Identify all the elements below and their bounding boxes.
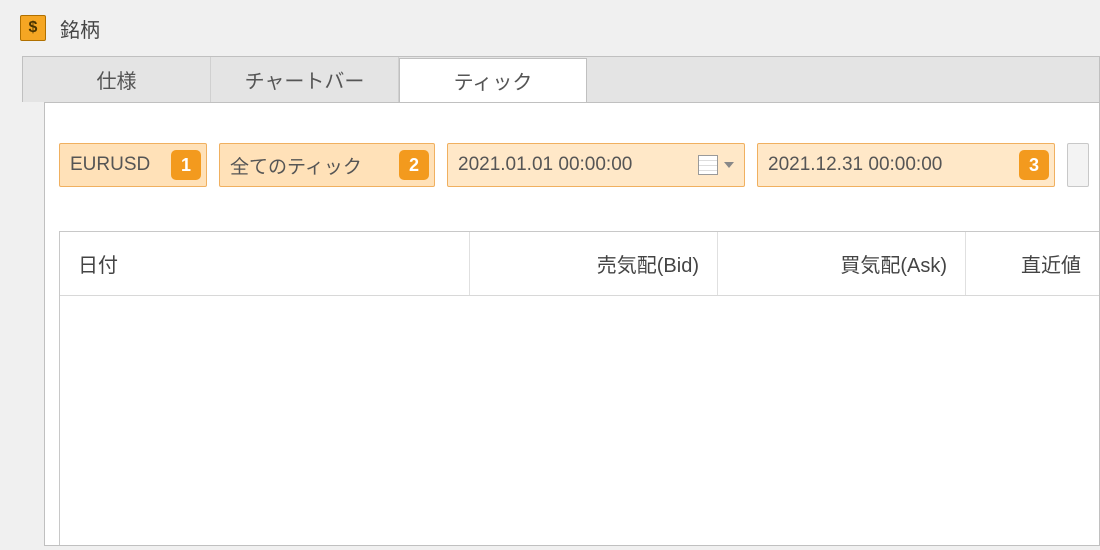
symbol-dropdown[interactable]: EURUSD 1	[59, 143, 207, 187]
date-from-picker[interactable]: 2021.01.01 00:00:00	[447, 143, 745, 187]
date-to-value: 2021.12.31 00:00:00	[768, 154, 1020, 176]
tab-spec[interactable]: 仕様	[23, 57, 211, 102]
column-last[interactable]: 直近値	[966, 232, 1099, 295]
date-from-value: 2021.01.01 00:00:00	[458, 154, 698, 176]
window-title: 銘柄	[60, 14, 100, 43]
callout-badge-2: 2	[399, 150, 429, 180]
chevron-down-icon	[724, 162, 734, 168]
tab-tick[interactable]: ティック	[399, 58, 587, 103]
dollar-icon: $	[20, 15, 46, 41]
action-button[interactable]	[1067, 143, 1089, 187]
callout-badge-1: 1	[171, 150, 201, 180]
callout-badge-3: 3	[1019, 150, 1049, 180]
toolbar: EURUSD 1 全てのティック 2 2021.01.01 00:00:00 2…	[45, 103, 1099, 195]
calendar-icon	[698, 155, 718, 175]
tab-strip: 仕様 チャートバー ティック	[22, 56, 1100, 102]
column-bid[interactable]: 売気配(Bid)	[470, 232, 718, 295]
tick-panel: EURUSD 1 全てのティック 2 2021.01.01 00:00:00 2…	[44, 102, 1100, 546]
column-date[interactable]: 日付	[60, 232, 470, 295]
date-to-picker[interactable]: 2021.12.31 00:00:00 3	[757, 143, 1055, 187]
table-header-row: 日付 売気配(Bid) 買気配(Ask) 直近値	[60, 232, 1099, 296]
title-bar: $ 銘柄	[0, 0, 1100, 56]
tab-chart-bar[interactable]: チャートバー	[211, 57, 399, 102]
tick-table: 日付 売気配(Bid) 買気配(Ask) 直近値	[59, 231, 1099, 545]
column-ask[interactable]: 買気配(Ask)	[718, 232, 966, 295]
tick-type-value: 全てのティック	[230, 152, 424, 179]
tick-type-dropdown[interactable]: 全てのティック 2	[219, 143, 435, 187]
